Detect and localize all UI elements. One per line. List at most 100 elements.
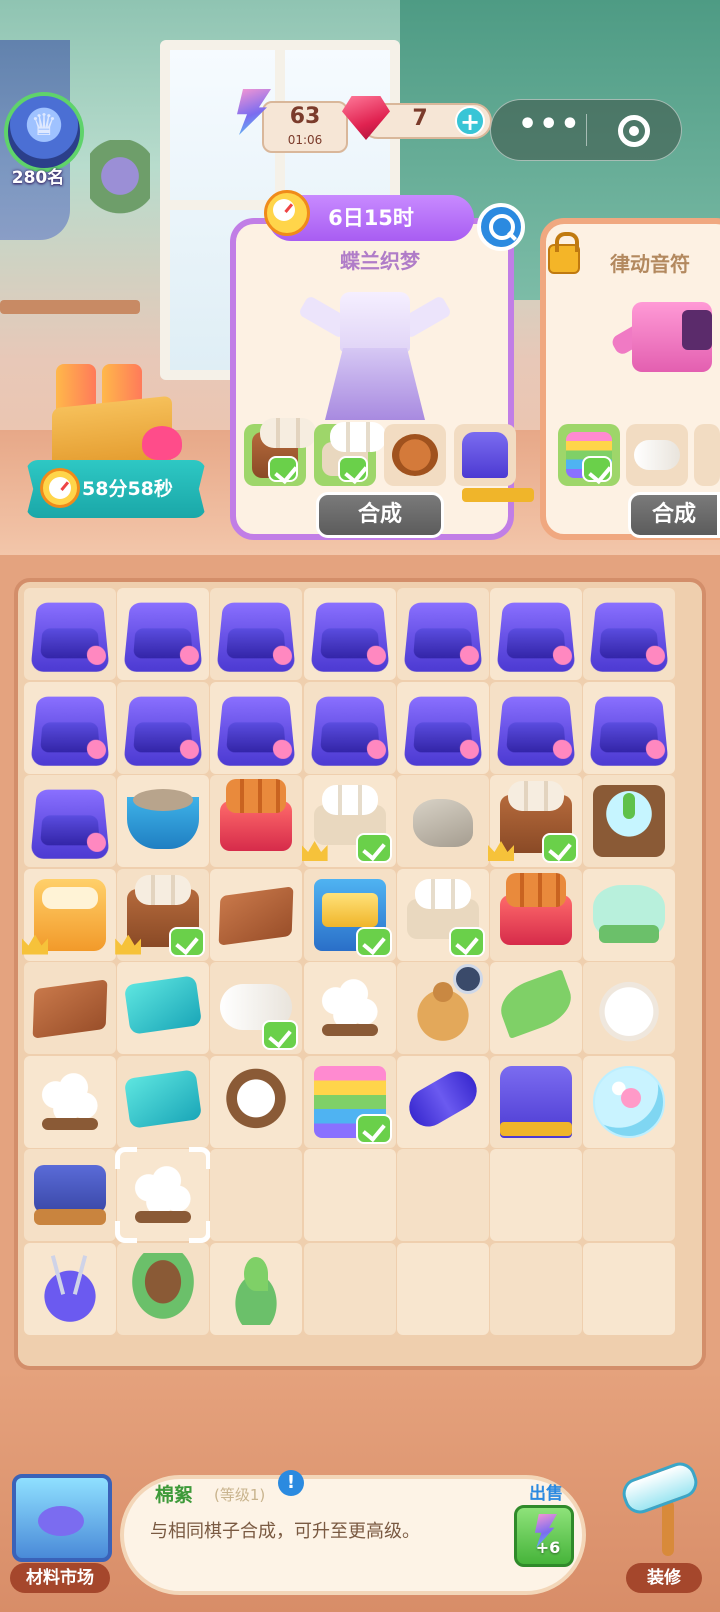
board-cell[interactable] [210, 1242, 303, 1335]
empty-board-cell[interactable] [210, 1149, 303, 1241]
board-cell[interactable] [115, 868, 210, 961]
board-cell[interactable] [303, 868, 396, 961]
requirement-slot[interactable] [384, 424, 446, 486]
player-avatar[interactable]: ♛ [4, 92, 84, 172]
board-cell[interactable] [117, 775, 210, 867]
board-cell[interactable] [210, 1055, 303, 1148]
board-cell[interactable] [490, 962, 582, 1054]
basin-icon [127, 789, 200, 849]
board-cell[interactable] [22, 868, 116, 961]
kit-icon [309, 696, 390, 766]
alarm-clock-icon [264, 190, 310, 236]
kit-icon [403, 696, 483, 766]
board-cell[interactable] [490, 588, 582, 680]
kit-icon [30, 789, 110, 859]
board-cell[interactable] [396, 1055, 489, 1148]
board-cell[interactable] [24, 588, 116, 680]
board-cell[interactable] [117, 681, 210, 774]
board-cell[interactable] [24, 1055, 116, 1148]
board-cell[interactable] [583, 962, 676, 1054]
leather-icon [32, 979, 108, 1039]
board-cell[interactable] [24, 1242, 116, 1335]
board-cell[interactable] [117, 962, 210, 1054]
board-cell[interactable] [583, 775, 676, 867]
board-cell[interactable] [396, 962, 489, 1054]
board-cell[interactable] [210, 868, 303, 961]
board-cell[interactable] [396, 681, 489, 774]
board-cell[interactable] [396, 588, 489, 680]
rank-label: 280名 [11, 168, 65, 188]
board-cell[interactable] [303, 588, 396, 680]
board-cell[interactable] [303, 962, 396, 1054]
cotton-icon [313, 972, 386, 1044]
kit-icon [30, 696, 110, 766]
empty-board-cell[interactable] [396, 1149, 489, 1241]
jacket-icon [609, 298, 720, 378]
empty-board-cell[interactable] [396, 1242, 489, 1335]
board-cell[interactable] [583, 681, 676, 774]
item-description: 与相同棋子合成，可升至更高级。 [150, 1521, 420, 1542]
board-cell[interactable] [303, 1055, 396, 1148]
board-cell[interactable] [210, 775, 303, 867]
board-cell[interactable] [24, 775, 116, 867]
merge-button[interactable]: 合成 [628, 492, 720, 538]
board-cell[interactable] [583, 868, 676, 961]
board-cell[interactable] [396, 868, 489, 961]
requirement-slot[interactable] [626, 424, 688, 486]
check-icon [268, 456, 298, 482]
requirement-slot[interactable] [558, 424, 620, 486]
board-cell[interactable] [301, 775, 396, 867]
flower-plant [90, 140, 150, 230]
decorate-button[interactable]: 装修 [626, 1563, 702, 1593]
board-cell[interactable] [117, 1055, 210, 1148]
kit-icon [496, 696, 576, 766]
board-cell[interactable] [490, 868, 582, 961]
gift-chest[interactable] [42, 364, 182, 477]
empty-board-cell[interactable] [303, 1242, 396, 1335]
rock-icon [412, 799, 473, 847]
board-cell[interactable] [396, 775, 489, 867]
board-cell[interactable] [24, 962, 116, 1054]
merge-board [14, 578, 706, 1370]
empty-board-cell[interactable] [490, 1242, 582, 1335]
search-button[interactable] [477, 203, 525, 251]
board-cell[interactable] [24, 681, 116, 774]
sell-button[interactable] [514, 1505, 574, 1567]
board-cell[interactable] [583, 588, 676, 680]
board-cell[interactable] [210, 588, 303, 680]
teal-cloth-icon [124, 1068, 203, 1129]
board-cell[interactable] [115, 1147, 212, 1243]
board-cell[interactable] [490, 1055, 582, 1148]
sewing-machine-icon [500, 1065, 572, 1138]
board-cell[interactable] [583, 1055, 676, 1148]
teal-cloth-icon [124, 975, 203, 1035]
market-icon[interactable] [12, 1474, 112, 1562]
board-cell[interactable] [210, 681, 303, 774]
board-cell[interactable] [24, 1149, 116, 1241]
paint-roller-icon[interactable] [618, 1458, 702, 1560]
board-cell[interactable] [210, 962, 303, 1054]
empty-board-cell[interactable] [583, 1242, 676, 1335]
info-icon[interactable]: ! [278, 1470, 304, 1496]
board-cell[interactable] [303, 681, 396, 774]
board-cell[interactable] [490, 681, 582, 774]
shelf [0, 300, 140, 314]
market-button[interactable]: 材料市场 [10, 1563, 110, 1593]
merge-button[interactable]: 合成 [316, 492, 444, 538]
check-icon [338, 456, 368, 482]
board-cell[interactable] [117, 588, 210, 680]
add-gems-button[interactable]: + [455, 106, 485, 136]
close-miniprogram-button[interactable] [618, 115, 650, 147]
requirement-slot[interactable] [694, 424, 720, 486]
more-options-button[interactable]: ••• [518, 110, 580, 150]
board-cell[interactable] [117, 1242, 210, 1335]
empty-board-cell[interactable] [583, 1149, 676, 1241]
requirement-slot[interactable] [244, 418, 316, 486]
empty-board-cell[interactable] [490, 1149, 582, 1241]
dress-icon [297, 292, 453, 422]
spinner-icon [34, 1165, 106, 1225]
board-cell[interactable] [488, 775, 582, 867]
requirement-slot[interactable] [314, 422, 386, 486]
requirement-slot[interactable] [454, 424, 534, 502]
empty-board-cell[interactable] [303, 1149, 396, 1241]
